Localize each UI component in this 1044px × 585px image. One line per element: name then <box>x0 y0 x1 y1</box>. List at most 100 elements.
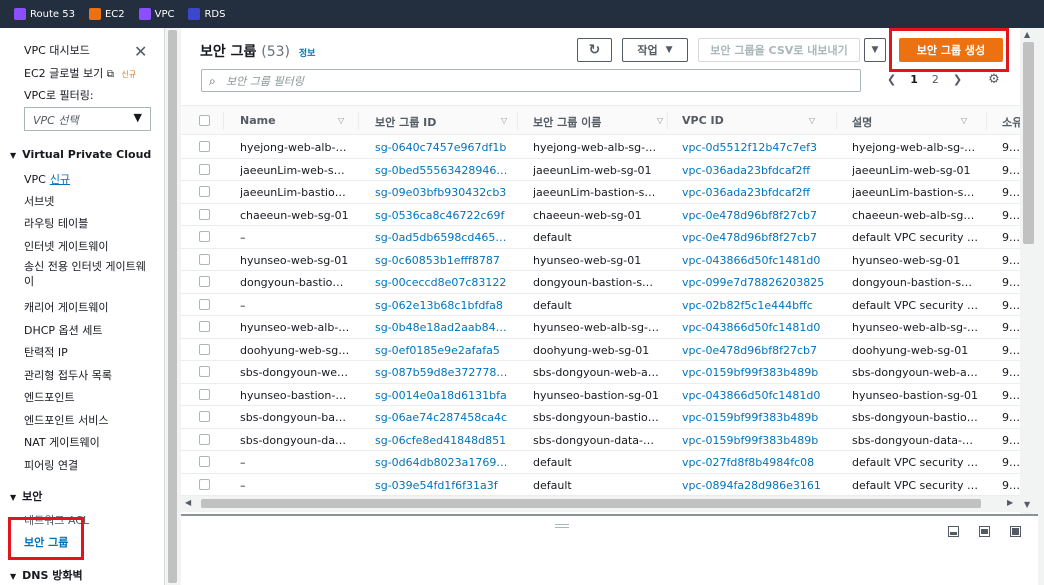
cell-vpc-id[interactable]: vpc-0e478d96bf8f27cb7 <box>682 209 832 222</box>
sidebar-item-elastic-ips[interactable]: 탄력적 IP <box>24 344 68 360</box>
table-row[interactable]: – sg-0d64db8023a176912 default vpc-027fd8f8… <box>181 451 1020 474</box>
cell-vpc-id[interactable]: vpc-0159bf99f383b489b <box>682 366 832 379</box>
column-header-description[interactable]: 설명 ▽ <box>852 114 977 130</box>
table-row[interactable]: jaeeunLim-web-sg-01 sg-0bed55563428946ad j… <box>181 159 1020 181</box>
sidebar-item-endpoint-services[interactable]: 엔드포인트 서비스 <box>24 412 108 428</box>
section-vpc[interactable]: ▼ Virtual Private Cloud <box>10 148 151 161</box>
cell-security-group-id[interactable]: sg-06cfe8ed41848d851 <box>375 434 509 447</box>
cell-security-group-id[interactable]: sg-0b48e18ad2aab8485 <box>375 321 509 334</box>
scroll-right-icon[interactable]: ▶ <box>1007 498 1013 507</box>
chevron-right-icon[interactable]: ❯ <box>953 73 962 86</box>
cell-security-group-id[interactable]: sg-0ef0185e9e2afafa5 <box>375 344 509 357</box>
cell-security-group-id[interactable]: sg-0640c7457e967df1b <box>375 141 509 154</box>
page-1[interactable]: 1 <box>910 73 918 86</box>
vpc-filter-select[interactable]: VPC 선택 ▼ <box>24 107 151 131</box>
table-row[interactable]: – sg-039e54fd1f6f31a3f default vpc-0894fa28… <box>181 474 1020 496</box>
sidebar-scrollbar[interactable] <box>164 28 180 585</box>
row-checkbox[interactable] <box>199 321 210 332</box>
security-group-filter-input[interactable]: ⌕ 보안 그룹 필터링 <box>201 69 861 92</box>
table-row[interactable]: hyunseo-web-sg-01 sg-0c60853b1efff8787 hyu… <box>181 249 1020 271</box>
cell-vpc-id[interactable]: vpc-0159bf99f383b489b <box>682 411 832 424</box>
column-header-sg-id[interactable]: 보안 그룹 ID ▽ <box>375 114 509 130</box>
row-checkbox[interactable] <box>199 141 210 152</box>
sidebar-item-dhcp-options[interactable]: DHCP 옵션 세트 <box>24 322 103 338</box>
row-checkbox[interactable] <box>199 456 210 467</box>
cell-vpc-id[interactable]: vpc-02b82f5c1e444bffc <box>682 299 832 312</box>
sidebar-item-endpoints[interactable]: 엔드포인트 <box>24 389 75 405</box>
cell-vpc-id[interactable]: vpc-027fd8f8b4984fc08 <box>682 456 832 469</box>
page-2[interactable]: 2 <box>932 73 939 86</box>
close-icon[interactable]: ✕ <box>134 42 147 61</box>
row-checkbox[interactable] <box>199 276 210 287</box>
cell-security-group-id[interactable]: sg-0d64db8023a176912 <box>375 456 509 469</box>
layout-bottom-icon[interactable] <box>948 526 959 537</box>
table-vertical-scrollbar[interactable]: ▲ ▼ <box>1020 28 1038 514</box>
sidebar-item-carrier-gateways[interactable]: 캐리어 게이트웨이 <box>24 299 108 315</box>
export-csv-button[interactable]: 보안 그룹을 CSV로 내보내기 <box>698 38 860 62</box>
cell-vpc-id[interactable]: vpc-043866d50fc1481d0 <box>682 389 832 402</box>
scroll-down-icon[interactable]: ▼ <box>1024 500 1030 509</box>
table-row[interactable]: hyunseo-web-alb-sg... sg-0b48e18ad2aab848… <box>181 316 1020 339</box>
sidebar-item-peering[interactable]: 피어링 연결 <box>24 457 78 473</box>
row-checkbox[interactable] <box>199 253 210 265</box>
row-checkbox[interactable] <box>199 366 210 377</box>
table-row[interactable]: hyunseo-bastion-sg... sg-0014e0a18d6131bf… <box>181 384 1020 406</box>
sidebar-item-vpc[interactable]: VPC 신규 <box>24 171 70 187</box>
table-row[interactable]: sbs-dongyoun-bast... sg-06ae74c287458ca4c… <box>181 406 1020 429</box>
cell-vpc-id[interactable]: vpc-0894fa28d986e3161 <box>682 479 832 492</box>
sidebar-item-subnets[interactable]: 서브넷 <box>24 193 54 209</box>
cell-vpc-id[interactable]: vpc-043866d50fc1481d0 <box>682 321 832 334</box>
favorite-route53[interactable]: Route 53 <box>14 8 75 20</box>
split-panel-resize-handle[interactable] <box>555 524 569 528</box>
column-header-name[interactable]: Name ▽ <box>240 114 350 127</box>
cell-security-group-id[interactable]: sg-0536ca8c46722c69f <box>375 209 509 222</box>
cell-security-group-id[interactable]: sg-062e13b68c1bfdfa8 <box>375 299 509 312</box>
sidebar-item-internet-gateways[interactable]: 인터넷 게이트웨이 <box>24 238 108 254</box>
cell-vpc-id[interactable]: vpc-036ada23bfdcaf2ff <box>682 164 832 177</box>
sidebar-item-ec2-global-view[interactable]: EC2 글로벌 보기 ⧉ 신규 <box>24 65 136 81</box>
cell-security-group-id[interactable]: sg-0ad5db6598cd465de <box>375 231 509 244</box>
table-row[interactable]: sbs-dongyoun-web... sg-087b59d8e372778c2 s… <box>181 361 1020 384</box>
scroll-thumb[interactable] <box>1023 42 1034 244</box>
cell-vpc-id[interactable]: vpc-036ada23bfdcaf2ff <box>682 186 832 199</box>
new-link[interactable]: 신규 <box>50 173 70 186</box>
row-checkbox[interactable] <box>199 298 210 310</box>
cell-security-group-id[interactable]: sg-06ae74c287458ca4c <box>375 411 509 424</box>
cell-security-group-id[interactable]: sg-09e03bfb930432cb3 <box>375 186 509 199</box>
cell-vpc-id[interactable]: vpc-0159bf99f383b489b <box>682 434 832 447</box>
sidebar-item-route-tables[interactable]: 라우팅 테이블 <box>24 215 88 231</box>
section-security[interactable]: ▼ 보안 <box>10 488 42 504</box>
cell-vpc-id[interactable]: vpc-099e7d78826203825 <box>682 276 832 289</box>
gear-icon[interactable]: ⚙ <box>988 72 1000 87</box>
favorite-vpc[interactable]: VPC <box>138 8 174 20</box>
cell-vpc-id[interactable]: vpc-043866d50fc1481d0 <box>682 254 832 267</box>
cell-security-group-id[interactable]: sg-087b59d8e372778c2 <box>375 366 509 379</box>
table-row[interactable]: chaeeun-web-sg-01 sg-0536ca8c46722c69f cha… <box>181 204 1020 226</box>
table-row[interactable]: hyejong-web-alb-s... sg-0640c7457e967df1b… <box>181 136 1020 159</box>
actions-button[interactable]: 작업 ▼ <box>622 38 688 62</box>
scroll-left-icon[interactable]: ◀ <box>185 498 191 507</box>
row-checkbox[interactable] <box>199 208 210 220</box>
cell-vpc-id[interactable]: vpc-0d5512f12b47c7ef3 <box>682 141 832 154</box>
row-checkbox[interactable] <box>199 388 210 400</box>
column-header-sg-name[interactable]: 보안 그룹 이름 ▽ <box>533 114 663 130</box>
cell-vpc-id[interactable]: vpc-0e478d96bf8f27cb7 <box>682 344 832 357</box>
export-dropdown-button[interactable]: ▼ <box>864 38 886 62</box>
sidebar-item-prefix-lists[interactable]: 관리형 접두사 목록 <box>24 367 112 383</box>
scroll-thumb[interactable] <box>168 30 177 583</box>
column-header-owner[interactable]: 소유자 <box>1002 114 1020 130</box>
favorite-rds[interactable]: RDS <box>188 8 225 20</box>
sidebar-item-vpc-dashboard[interactable]: VPC 대시보드 <box>24 42 90 58</box>
select-all-checkbox[interactable] <box>199 115 210 126</box>
layout-split-icon[interactable] <box>979 526 990 537</box>
table-row[interactable]: – sg-0ad5db6598cd465de default vpc-0e478d96… <box>181 226 1020 249</box>
row-checkbox[interactable] <box>199 478 210 490</box>
table-row[interactable]: dongyoun-bastion-... sg-00ceccd8e07c83122… <box>181 271 1020 294</box>
cell-security-group-id[interactable]: sg-0c60853b1efff8787 <box>375 254 509 267</box>
sidebar-item-nat-gateways[interactable]: NAT 게이트웨이 <box>24 434 100 450</box>
row-checkbox[interactable] <box>199 186 210 197</box>
info-link[interactable]: 정보 <box>299 49 316 59</box>
cell-vpc-id[interactable]: vpc-0e478d96bf8f27cb7 <box>682 231 832 244</box>
sidebar-item-egress-only-igw[interactable]: 송신 전용 인터넷 게이트웨이 <box>24 259 152 289</box>
cell-security-group-id[interactable]: sg-039e54fd1f6f31a3f <box>375 479 509 492</box>
